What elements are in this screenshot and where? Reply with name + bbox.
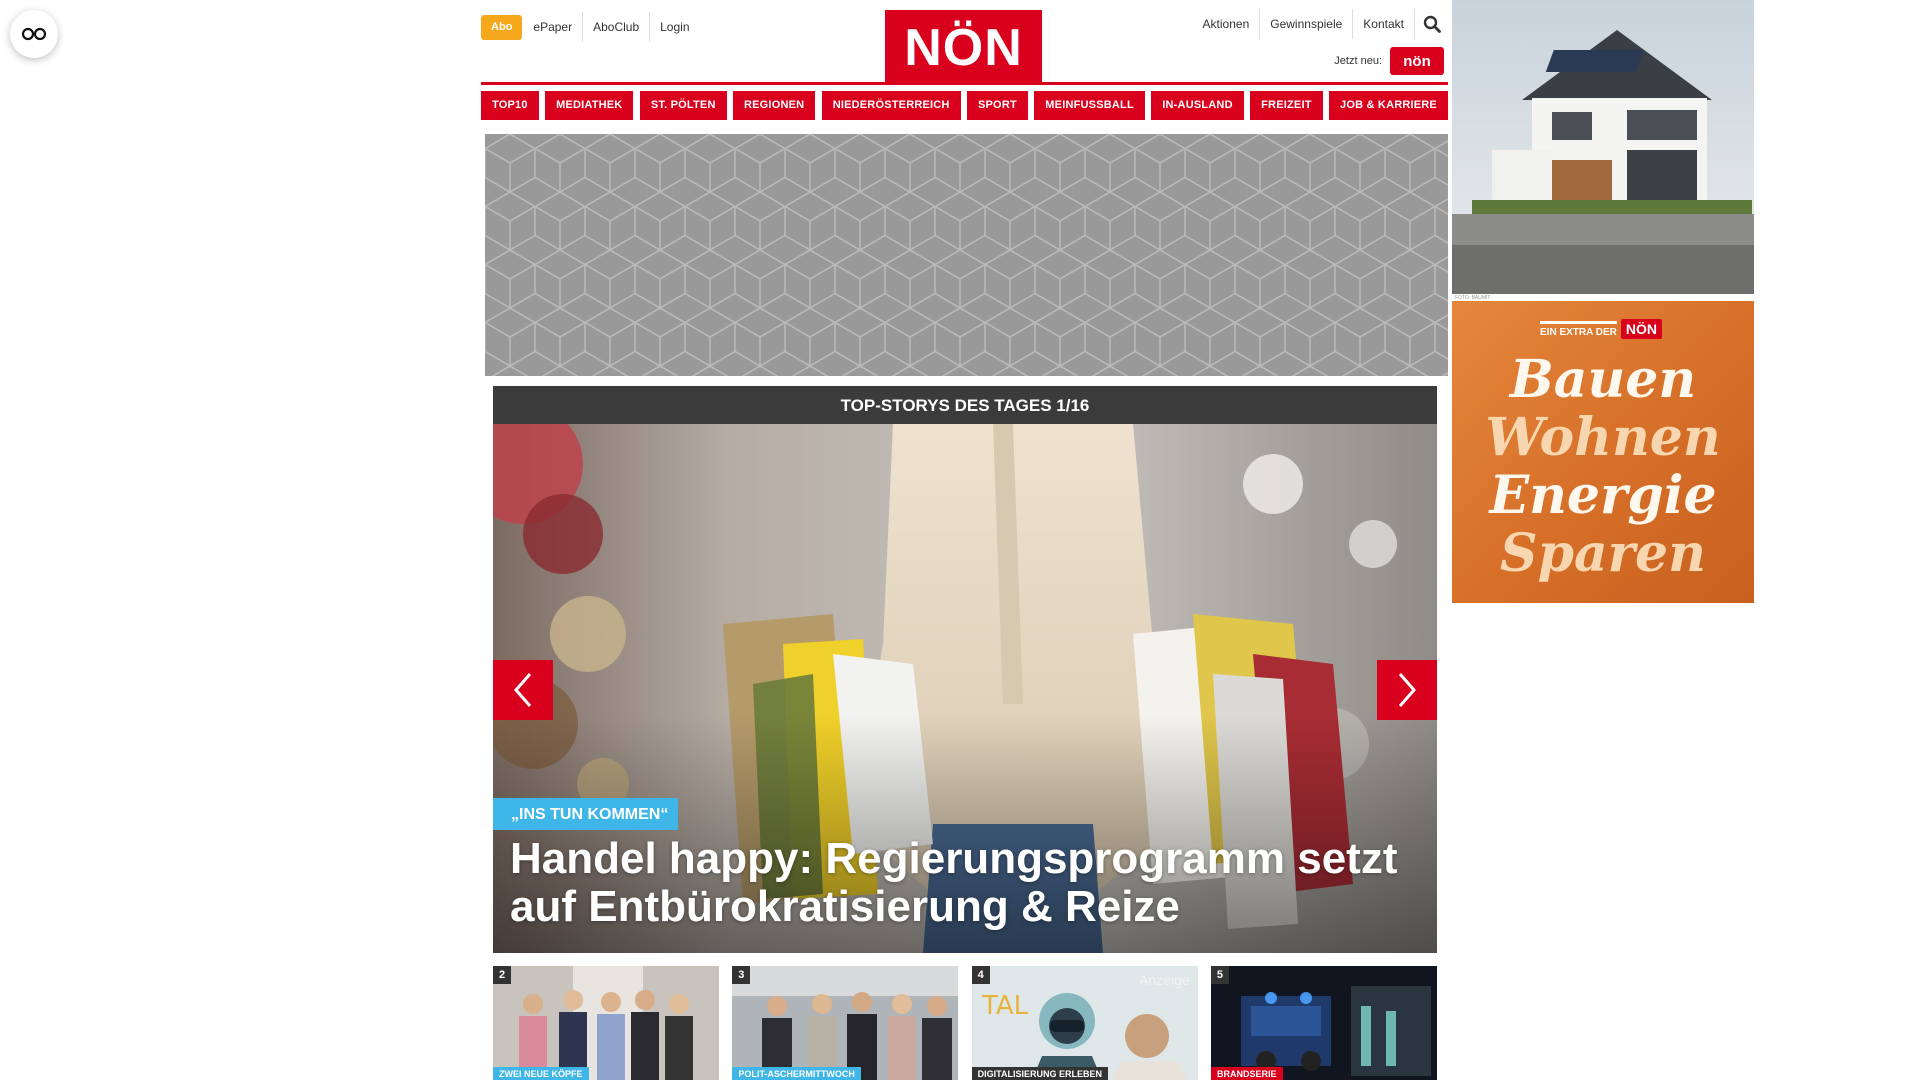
thumb-number: 3 <box>732 966 751 984</box>
jetzt-neu-badge: nön <box>1390 47 1444 75</box>
thumb-number: 2 <box>493 966 511 984</box>
utility-nav-right: Aktionen Gewinnspiele Kontakt <box>1193 9 1448 39</box>
thumb-tag: DIGITALISIERUNG ERLEBEN <box>971 1067 1108 1080</box>
svg-text:TAL: TAL <box>981 991 1029 1021</box>
nav-item-job-karriere[interactable]: JOB & KARRIERE <box>1329 91 1448 120</box>
story-thumbnails: 2 ZWEI NEUE KÖPFE 3 POLIT-ASCHERMITTWOCH… <box>493 966 1437 1080</box>
ad-word-wohnen: Wohnen <box>1485 407 1721 468</box>
house-photo-image <box>1452 0 1754 294</box>
jetzt-neu-promo[interactable]: Jetzt neu: nön <box>1334 47 1444 75</box>
main-navigation: TOP10 MEDIATHEK ST. PÖLTEN REGIONEN NIED… <box>481 91 1448 120</box>
thumb-tag: POLIT-ASCHERMITTWOCH <box>732 1067 861 1080</box>
nav-item-niederoesterreich[interactable]: NIEDERÖSTERREICH <box>821 91 961 120</box>
abo-button[interactable]: Abo <box>481 14 523 40</box>
top-story-slide[interactable]: „INS TUN KOMMEN“ Handel happy: Regierung… <box>493 424 1437 953</box>
fire-truck-photo-image <box>1210 966 1437 1080</box>
search-button[interactable] <box>1414 9 1448 39</box>
story-headline[interactable]: Handel happy: Regierungsprogramm setzt a… <box>510 835 1420 931</box>
thumb-number: 5 <box>1210 966 1229 984</box>
nav-item-st-poelten[interactable]: ST. PÖLTEN <box>639 91 727 120</box>
nav-item-meinfussball[interactable]: MEINFUSSBALL <box>1034 91 1145 120</box>
ad-word-energie: Energie <box>1489 465 1717 526</box>
aktionen-link[interactable]: Aktionen <box>1193 9 1260 39</box>
story-kicker: „INS TUN KOMMEN“ <box>493 798 679 830</box>
politicians-photo-image <box>732 966 959 1080</box>
nav-item-regionen[interactable]: REGIONEN <box>733 91 816 120</box>
top-stories-slider: TOP-STORYS DES TAGES 1/16 „INS TUN KOMME… <box>493 386 1437 953</box>
ad-banner-placeholder <box>485 134 1448 376</box>
nav-item-sport[interactable]: SPORT <box>966 91 1028 120</box>
ad-word-bauen: Bauen <box>1509 349 1697 410</box>
site-header: Abo ePaper AboClub Login NÖN Aktionen Ge… <box>481 0 1448 85</box>
story-thumb-2[interactable]: 2 ZWEI NEUE KÖPFE <box>493 966 719 1080</box>
thumb-number: 4 <box>971 966 990 984</box>
kontakt-link[interactable]: Kontakt <box>1352 9 1414 39</box>
nav-item-top10[interactable]: TOP10 <box>481 91 539 120</box>
aboclub-link[interactable]: AboClub <box>582 12 649 42</box>
jetzt-neu-label: Jetzt neu: <box>1334 55 1382 67</box>
side-ad-house[interactable] <box>1452 0 1754 294</box>
slider-next-button[interactable] <box>1377 660 1437 720</box>
sponsored-label: Anzeige <box>1139 972 1190 988</box>
top-stories-heading: TOP-STORYS DES TAGES 1/16 <box>493 386 1437 424</box>
reader-mode-button[interactable] <box>10 10 58 58</box>
extra-label-badge: NÖN <box>1620 319 1662 339</box>
nav-item-freizeit[interactable]: FREIZEIT <box>1250 91 1323 120</box>
utility-nav-left: Abo ePaper AboClub Login <box>481 12 700 42</box>
story-thumb-5[interactable]: 5 BRANDSERIE <box>1210 966 1437 1080</box>
nav-item-in-ausland[interactable]: IN-AUSLAND <box>1151 91 1244 120</box>
group-photo-image <box>493 966 719 1080</box>
extra-label-text: EIN EXTRA DER <box>1540 320 1617 338</box>
main-column: Abo ePaper AboClub Login NÖN Aktionen Ge… <box>481 0 1448 1080</box>
story-thumb-4[interactable]: 4 TAL Anzeige DIGITALISIERUNG ERLEBEN <box>971 966 1198 1080</box>
glasses-icon <box>21 27 47 41</box>
story-thumb-3[interactable]: 3 POLIT-ASCHERMITTWOCH <box>732 966 959 1080</box>
login-link[interactable]: Login <box>649 12 699 42</box>
thumb-tag: BRANDSERIE <box>1210 1067 1283 1080</box>
cube-pattern <box>485 134 1448 376</box>
site-logo[interactable]: NÖN <box>885 10 1042 83</box>
slider-prev-button[interactable] <box>493 660 553 720</box>
chevron-right-icon <box>1398 673 1416 707</box>
gewinnspiele-link[interactable]: Gewinnspiele <box>1259 9 1352 39</box>
thumb-tag: ZWEI NEUE KÖPFE <box>493 1067 589 1080</box>
epaper-link[interactable]: ePaper <box>523 12 582 42</box>
extra-label: EIN EXTRA DER NÖN <box>1540 319 1662 339</box>
side-ad-bauen-wohnen[interactable]: EIN EXTRA DER NÖN Bauen Wohnen Energie S… <box>1452 301 1754 603</box>
nav-item-mediathek[interactable]: MEDIATHEK <box>545 91 634 120</box>
header-divider <box>481 82 1448 85</box>
search-icon <box>1423 15 1441 33</box>
chevron-left-icon <box>514 673 532 707</box>
ad-word-sparen: Sparen <box>1500 523 1706 584</box>
